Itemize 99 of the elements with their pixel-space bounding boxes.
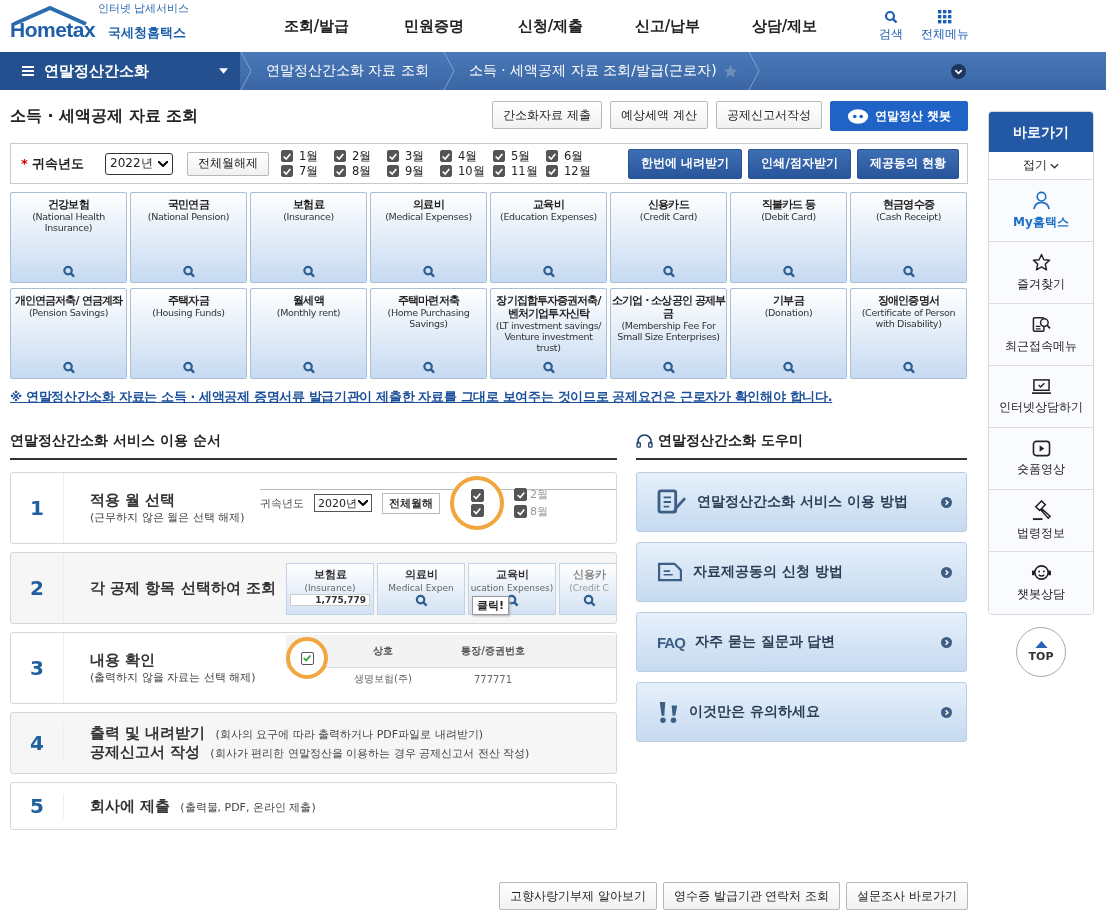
field-label: 귀속년도 (260, 495, 304, 511)
table-header: 상호 (372, 644, 394, 658)
footer-button[interactable]: 고향사랑기부제 알아보기 (498, 882, 657, 910)
month-checkbox[interactable]: 5월 (493, 149, 546, 163)
action-button[interactable]: 예상세액 계산 (610, 101, 708, 129)
help-link-button[interactable]: 자료제공동의 신청 방법 (636, 542, 967, 602)
category-card[interactable]: 월세액 (Monthly rent) (250, 288, 367, 379)
step-title: 내용 확인 (90, 651, 157, 670)
nav-link[interactable]: 조회/발급 (258, 16, 375, 36)
download-button[interactable]: 인쇄/점자받기 (748, 148, 851, 179)
back-to-top-button[interactable]: TOP (1016, 627, 1066, 677)
action-button[interactable]: 공제신고서작성 (715, 101, 822, 129)
click-callout: 클릭! (472, 596, 510, 615)
footer-button[interactable]: 영수증 발급기관 연락처 조회 (662, 882, 841, 910)
help-link-button[interactable]: 이것만은 유의하세요 (636, 682, 967, 742)
category-card: 보험료 (Insurance) 1,775,779 (286, 563, 374, 615)
month-checkbox[interactable]: 9월 (387, 164, 440, 178)
step-description: (회사가 편리한 연말정산을 이용하는 경우 공제신고서 전산 작성) (210, 746, 530, 761)
month-checkbox[interactable]: 3월 (387, 149, 440, 163)
breadcrumb-link[interactable]: 연말정산간소화 자료 조회 (266, 62, 429, 80)
category-card[interactable]: 주택마련저축 (Home Purchasing Savings) (370, 288, 487, 379)
category-card[interactable]: 보험료 (Insurance) (250, 192, 367, 283)
category-card[interactable]: 직불카드 등 (Debit Card) (730, 192, 847, 283)
table-cell-text: 생명보험(주) (353, 672, 413, 686)
month-checkbox[interactable]: 6월 (546, 149, 599, 163)
step-title: 공제신고서 작성 (90, 743, 201, 762)
nav-link[interactable]: 신청/제출 (492, 16, 609, 36)
step-description: (회사의 요구에 따라 출력하거나 PDF파일로 내려받기) (215, 727, 483, 742)
step-number: 1 (11, 473, 64, 543)
sidebar-item[interactable]: My홈택스 (989, 180, 1093, 242)
sidebar-item[interactable]: 즐겨찾기 (989, 242, 1093, 304)
month-checkbox[interactable]: 4월 (440, 149, 493, 163)
breadcrumb-link[interactable]: 소득 · 세액공제 자료 조회/발급(근로자) (468, 62, 717, 80)
month-checkbox[interactable]: 12월 (546, 164, 599, 178)
logo-text[interactable]: Hometax (10, 18, 96, 42)
clear-months-button[interactable]: 전체월해제 (187, 151, 269, 176)
section-title: 연말정산간소화 서비스 이용 순서 (10, 432, 617, 460)
step-number: 3 (11, 633, 64, 703)
step-number: 5 (11, 794, 64, 818)
category-card: 의료비 Medical Expen (377, 563, 465, 615)
step-title: 회사에 제출 (90, 796, 171, 816)
page-title: 소득 · 세액공제 자료 조회 (10, 105, 199, 127)
category-card[interactable]: 장기집합투자증권저축/ 벤처기업투자신탁 (LT investment savings/ Venture investment trust) (490, 288, 607, 379)
month-checkbox[interactable]: 8월 (334, 164, 387, 178)
footer-button[interactable]: 설문조사 바로가기 (846, 882, 968, 910)
nav-link[interactable]: 민원증명 (375, 16, 492, 36)
help-link-button[interactable]: FAQ 자주 묻는 질문과 답변 (636, 612, 967, 672)
category-card[interactable]: 의료비 (Medical Expenses) (370, 192, 487, 283)
table-header: 통장/증권번호 (460, 644, 526, 658)
category-card[interactable]: 신용카드 (Credit Card) (610, 192, 727, 283)
category-card[interactable]: 기부금 (Donation) (730, 288, 847, 379)
category-card[interactable]: 국민연금 (National Pension) (130, 192, 247, 283)
month-checkbox[interactable]: 1월 (281, 149, 334, 163)
notice-link[interactable]: ※ 연말정산간소화 자료는 소득 · 세액공제 증명서류 발급기관이 제출한 자료를 그대로 보여주는 것이므로 공제요건은 근로자가 확인해야 합니다. (10, 389, 968, 406)
utility-link[interactable]: 전체메뉴 (921, 9, 969, 43)
category-card: 신용카 (Credit C (559, 563, 616, 615)
sidebar-item[interactable]: 챗봇상담 (989, 552, 1093, 614)
category-card[interactable]: 교육비 (Education Expenses) (490, 192, 607, 283)
help-link-button[interactable]: 연말정산간소화 서비스 이용 방법 (636, 472, 967, 532)
year-select[interactable]: 2022년 (105, 152, 173, 175)
month-checkbox[interactable]: 10월 (440, 164, 493, 178)
month-label: 8월 (530, 504, 548, 519)
download-button[interactable]: 한번에 내려받기 (628, 148, 743, 179)
month-checkbox[interactable]: 7월 (281, 164, 334, 178)
nav-link[interactable]: 신고/납부 (609, 16, 726, 36)
step-description: (근무하지 않은 월은 선택 해제) (90, 510, 245, 525)
step-description: (출력하지 않을 자료는 선택 해제) (90, 670, 256, 685)
nav-link[interactable]: 상담/제보 (726, 16, 843, 36)
step-number: 4 (11, 724, 64, 762)
table-cell-text: 777771 (472, 673, 514, 685)
sidebar-item[interactable]: 인터넷상담하기 (989, 366, 1093, 428)
step-description: (출력물, PDF, 온라인 제출) (180, 799, 316, 815)
section-title: 연말정산간소화 도우미 (636, 432, 967, 460)
category-card[interactable]: 개인연금저축/ 연금계좌 (Pension Savings) (10, 288, 127, 379)
category-card[interactable]: 장애인증명서 (Certificate of Person with Disability) (850, 288, 967, 379)
logo-name: 국세청홈택스 (108, 24, 186, 42)
menu-dropdown[interactable]: 연말정산간소화 (0, 52, 240, 90)
sidebar-item[interactable]: 최근접속메뉴 (989, 304, 1093, 366)
logo-tagline: 인터넷 납세서비스 (98, 1, 190, 16)
field-label: * 귀속년도 (21, 154, 86, 173)
category-card[interactable]: 건강보험 (National Health Insurance) (10, 192, 127, 283)
month-checkbox[interactable]: 2월 (334, 149, 387, 163)
utility-link[interactable]: 검색 (879, 9, 903, 43)
step-title: 각 공제 항목 선택하여 조회 (90, 578, 276, 598)
step-number: 2 (11, 553, 64, 623)
step-title: 적용 월 선택 (90, 491, 177, 510)
month-checkbox[interactable]: 11월 (493, 164, 546, 178)
category-card[interactable]: 현금영수증 (Cash Receipt) (850, 192, 967, 283)
category-card[interactable]: 주택자금 (Housing Funds) (130, 288, 247, 379)
download-button[interactable]: 제공동의 현황 (856, 148, 959, 179)
action-button[interactable]: 연말정산 챗봇 (829, 101, 968, 131)
faq-label: FAQ (657, 633, 685, 651)
sidebar-item[interactable]: 숏폼영상 (989, 428, 1093, 490)
sidebar-title: 바로가기 (989, 112, 1093, 152)
step-title: 출력 및 내려받기 (90, 724, 206, 743)
month-label: 2월 (530, 487, 548, 502)
category-card[interactable]: 소기업 · 소상공인 공제부금 (Membership Fee For Small Size Enterprises) (610, 288, 727, 379)
sidebar-item[interactable]: 법령정보 (989, 490, 1093, 552)
action-button[interactable]: 간소화자료 제출 (492, 101, 602, 129)
